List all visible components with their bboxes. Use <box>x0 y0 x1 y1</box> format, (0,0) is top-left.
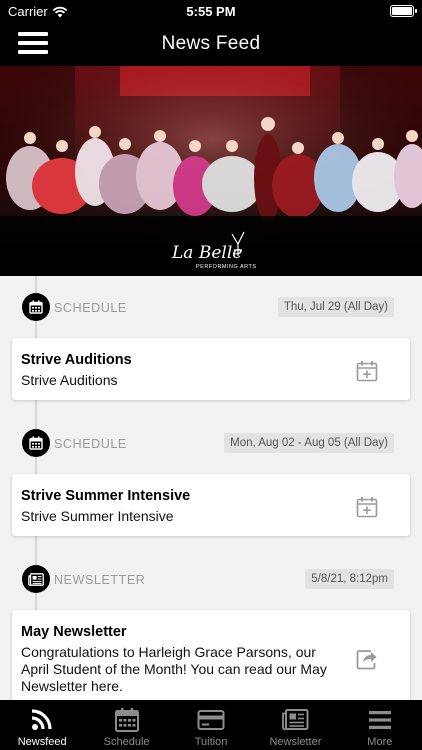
calendar-icon <box>114 708 139 732</box>
logo-script: La Belle <box>171 243 242 263</box>
add-to-calendar-icon[interactable] <box>356 360 378 382</box>
tab-label: Tuition <box>194 736 228 748</box>
tab-more[interactable]: More <box>338 700 422 750</box>
newspaper-icon <box>282 709 309 731</box>
share-icon[interactable] <box>356 648 378 670</box>
page-title: News Feed <box>161 33 261 54</box>
feed-item-header: SCHEDULE Mon, Aug 02 - Aug 05 (All Day) <box>0 426 422 462</box>
feed-card-subtitle: Strive Auditions <box>21 372 118 388</box>
tab-schedule[interactable]: Schedule <box>84 700 168 750</box>
bottom-tab-bar: Newsfeed Schedule Tuition Newsletter Mor… <box>0 700 422 750</box>
feed-item-category: SCHEDULE <box>54 301 127 315</box>
tab-newsfeed[interactable]: Newsfeed <box>0 700 84 750</box>
feed-card-strive-auditions[interactable]: Strive Auditions Strive Auditions <box>12 338 410 400</box>
feed-card-title: Strive Auditions <box>21 352 132 368</box>
feed-card-title: Strive Summer Intensive <box>21 488 191 504</box>
stage-performance-photo: La Belle PERFORMING ARTS <box>0 66 422 276</box>
calendar-icon <box>22 293 50 321</box>
tab-label: Newsletter <box>269 736 322 748</box>
rss-icon <box>32 709 52 730</box>
status-bar: Carrier 5:55 PM <box>0 0 422 22</box>
battery-icon <box>390 5 417 17</box>
hero-banner-image: La Belle PERFORMING ARTS <box>0 66 422 276</box>
tab-label: Schedule <box>103 736 150 748</box>
tab-label: More <box>367 736 393 748</box>
feed-item-date: 5/8/21, 8:12pm <box>305 569 394 589</box>
feed-item-category: SCHEDULE <box>54 437 127 451</box>
credit-card-icon <box>197 710 225 730</box>
add-to-calendar-icon[interactable] <box>356 496 378 518</box>
logo-caption: PERFORMING ARTS <box>196 264 257 270</box>
feed-card-subtitle: Strive Summer Intensive <box>21 508 174 524</box>
newspaper-icon <box>22 565 50 593</box>
menu-icon <box>368 711 391 729</box>
tab-tuition[interactable]: Tuition <box>169 700 253 750</box>
feed-item-date: Mon, Aug 02 - Aug 05 (All Day) <box>224 433 394 453</box>
feed-card-title: May Newsletter <box>21 624 127 640</box>
nav-bar: News Feed <box>0 22 422 66</box>
feed-card-strive-summer-intensive[interactable]: Strive Summer Intensive Strive Summer In… <box>12 474 410 536</box>
feed-card-subtitle: Congratulations to Harleigh Grace Parson… <box>21 644 327 694</box>
feed-item-date: Thu, Jul 29 (All Day) <box>277 297 394 317</box>
feed-item-header: SCHEDULE Thu, Jul 29 (All Day) <box>0 290 422 326</box>
tab-newsletter[interactable]: Newsletter <box>253 700 337 750</box>
feed-item-header: NEWSLETTER 5/8/21, 8:12pm <box>0 562 422 598</box>
news-feed-list[interactable]: SCHEDULE Thu, Jul 29 (All Day) Strive Au… <box>0 276 422 700</box>
clock: 5:55 PM <box>186 4 236 19</box>
feed-card-may-newsletter[interactable]: May Newsletter Congratulations to Harlei… <box>12 610 410 700</box>
tab-label: Newsfeed <box>17 736 67 748</box>
calendar-icon <box>22 429 50 457</box>
feed-item-category: NEWSLETTER <box>54 573 146 587</box>
